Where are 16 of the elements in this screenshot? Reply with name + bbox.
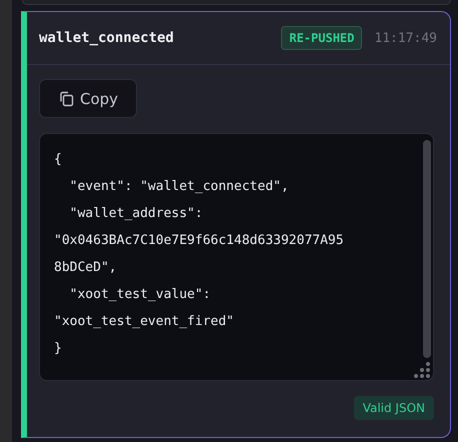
event-name: wallet_connected xyxy=(39,30,175,46)
copy-icon xyxy=(58,90,74,106)
code-line: "0x0463BAc7C10e7E9f66c148d63392077A95 xyxy=(54,232,344,250)
scrollbar-thumb[interactable] xyxy=(423,140,431,358)
copy-button[interactable]: Copy xyxy=(39,79,138,118)
code-line: "xoot_test_value": xyxy=(68,286,211,304)
validity-badge: Valid JSON xyxy=(354,396,434,420)
code-line: 8bDCeD", xyxy=(54,259,117,277)
code-line: "wallet_address": xyxy=(68,205,203,223)
code-line: "xoot_test_event_fired" xyxy=(54,313,234,331)
code-line: } xyxy=(54,340,62,358)
code-line: "event": "wallet_connected", xyxy=(68,178,289,196)
resize-handle-icon[interactable] xyxy=(414,361,431,378)
status-badge: RE-PUSHED xyxy=(281,26,362,50)
timestamp: 11:17:49 xyxy=(374,30,437,46)
code-line: { xyxy=(54,151,62,169)
